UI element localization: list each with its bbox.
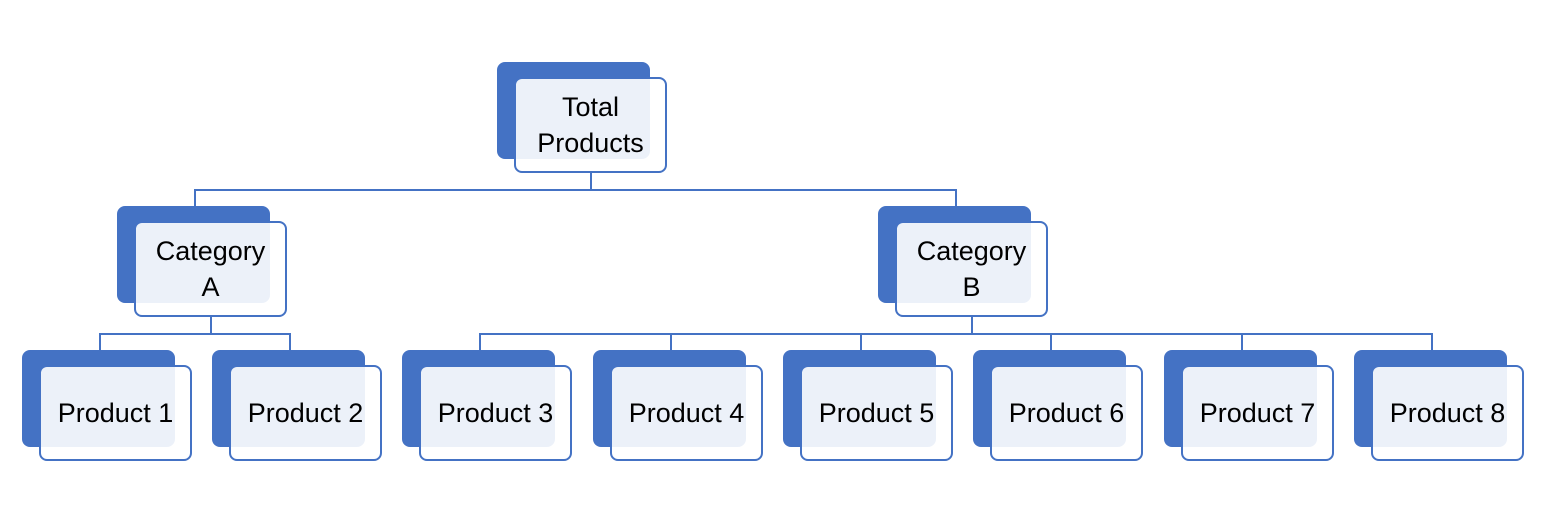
connector-product-drop [1241, 333, 1243, 350]
connector-root-bus [194, 189, 957, 191]
node-product-8[interactable]: Product 8 [1354, 350, 1526, 463]
node-product-3[interactable]: Product 3 [402, 350, 574, 463]
node-label: Product 6 [1008, 398, 1125, 428]
connector-product-bus [99, 333, 291, 335]
node-product-6[interactable]: Product 6 [973, 350, 1145, 463]
node-category-b[interactable]: Category B [878, 206, 1050, 319]
connector-root-stem [590, 173, 592, 189]
node-label-line: Total [561, 92, 620, 122]
node-product-2[interactable]: Product 2 [212, 350, 384, 463]
connector-category-drop [955, 189, 957, 206]
connector-product-drop [860, 333, 862, 350]
connector-category-stem [971, 317, 973, 333]
node-label: Category B [895, 221, 1048, 317]
node-label: Product 5 [818, 398, 935, 428]
node-label: Product 1 [57, 398, 174, 428]
connector-product-drop [99, 333, 101, 350]
node-product-5[interactable]: Product 5 [783, 350, 955, 463]
connector-product-bus [479, 333, 1433, 335]
node-label: Category A [134, 221, 287, 317]
connector-category-stem [210, 317, 212, 333]
node-label: Total Products [514, 77, 667, 173]
node-label: Product 2 [247, 398, 364, 428]
node-label-line: Category [155, 236, 266, 266]
node-label-line: B [962, 272, 981, 302]
connector-category-drop [194, 189, 196, 206]
connector-product-drop [1050, 333, 1052, 350]
node-product-7[interactable]: Product 7 [1164, 350, 1336, 463]
node-category-a[interactable]: Category A [117, 206, 289, 319]
node-label: Product 8 [1389, 398, 1506, 428]
connector-product-drop [289, 333, 291, 350]
connector-product-drop [479, 333, 481, 350]
node-label: Product 7 [1199, 398, 1316, 428]
connector-product-drop [670, 333, 672, 350]
node-label: Product 3 [437, 398, 554, 428]
node-product-1[interactable]: Product 1 [22, 350, 194, 463]
node-total-products[interactable]: Total Products [497, 62, 669, 175]
node-product-4[interactable]: Product 4 [593, 350, 765, 463]
node-label-line: Category [916, 236, 1027, 266]
org-chart: Total Products Category A Product 1 Product 2… [0, 0, 1548, 532]
node-label: Product 4 [628, 398, 745, 428]
connector-product-drop [1431, 333, 1433, 350]
node-label-line: Products [537, 128, 644, 158]
node-label-line: A [201, 272, 220, 302]
